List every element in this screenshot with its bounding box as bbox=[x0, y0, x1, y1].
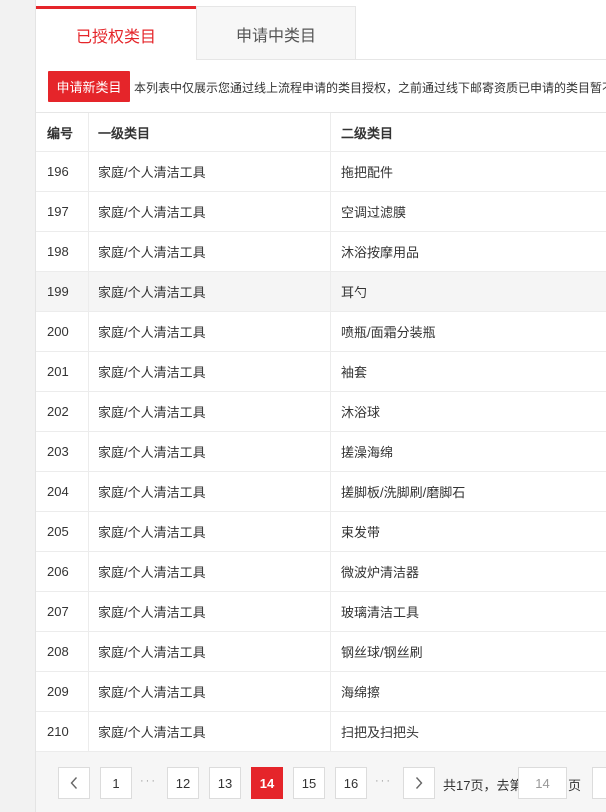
row-level1-category: 家庭/个人清洁工具 bbox=[88, 432, 330, 471]
row-level1-category: 家庭/个人清洁工具 bbox=[88, 392, 330, 431]
row-level1-category: 家庭/个人清洁工具 bbox=[88, 312, 330, 351]
table-row: 200 家庭/个人清洁工具 喷瓶/面霜分装瓶 bbox=[36, 312, 606, 352]
row-id: 208 bbox=[47, 644, 69, 659]
row-level1-category: 家庭/个人清洁工具 bbox=[88, 552, 330, 591]
row-level2-category: 喷瓶/面霜分装瓶 bbox=[330, 312, 606, 351]
row-id: 200 bbox=[47, 324, 69, 339]
pagination: 1 ··· 12 13 14 15 16 ··· 共17页，去第 页 bbox=[36, 752, 606, 812]
category-panel: 已授权类目 申请中类目 申请新类目 本列表中仅展示您通过线上流程申请的类目授权，… bbox=[35, 0, 606, 812]
row-level1-category: 家庭/个人清洁工具 bbox=[88, 712, 330, 751]
row-level2-category: 钢丝球/钢丝刷 bbox=[330, 632, 606, 671]
row-id: 209 bbox=[47, 684, 69, 699]
row-level2-category: 拖把配件 bbox=[330, 152, 606, 191]
page-suffix: 页 bbox=[568, 778, 582, 793]
table-row: 205 家庭/个人清洁工具 束发带 bbox=[36, 512, 606, 552]
page-1-button[interactable]: 1 bbox=[100, 767, 132, 799]
row-id: 202 bbox=[47, 404, 69, 419]
chevron-left-icon bbox=[70, 777, 78, 789]
row-level1-category: 家庭/个人清洁工具 bbox=[88, 152, 330, 191]
action-bar: 申请新类目 本列表中仅展示您通过线上流程申请的类目授权，之前通过线下邮寄资质已申… bbox=[36, 60, 606, 112]
row-level2-category: 搓脚板/洗脚刷/磨脚石 bbox=[330, 472, 606, 511]
table-row: 209 家庭/个人清洁工具 海绵擦 bbox=[36, 672, 606, 712]
prev-page-button[interactable] bbox=[58, 767, 90, 799]
row-level2-category: 袖套 bbox=[330, 352, 606, 391]
header-level1: 一级类目 bbox=[88, 113, 330, 152]
table-row: 210 家庭/个人清洁工具 扫把及扫把头 bbox=[36, 712, 606, 752]
chevron-right-icon bbox=[415, 777, 423, 789]
header-level2: 二级类目 bbox=[330, 113, 606, 152]
row-id: 196 bbox=[47, 164, 69, 179]
row-level1-category: 家庭/个人清洁工具 bbox=[88, 512, 330, 551]
table-row: 208 家庭/个人清洁工具 钢丝球/钢丝刷 bbox=[36, 632, 606, 672]
table-row: 196 家庭/个人清洁工具 拖把配件 bbox=[36, 152, 606, 192]
next-page-button[interactable] bbox=[403, 767, 435, 799]
row-level1-category: 家庭/个人清洁工具 bbox=[88, 192, 330, 231]
goto-page-input[interactable] bbox=[518, 767, 567, 799]
table-row: 201 家庭/个人清洁工具 袖套 bbox=[36, 352, 606, 392]
row-id: 201 bbox=[47, 364, 69, 379]
row-level1-category: 家庭/个人清洁工具 bbox=[88, 272, 330, 311]
row-id: 206 bbox=[47, 564, 69, 579]
ellipsis-left: ··· bbox=[140, 775, 157, 787]
row-id: 199 bbox=[47, 284, 69, 299]
table-row: 203 家庭/个人清洁工具 搓澡海绵 bbox=[36, 432, 606, 472]
row-level1-category: 家庭/个人清洁工具 bbox=[88, 472, 330, 511]
row-level2-category: 扫把及扫把头 bbox=[330, 712, 606, 751]
ellipsis-right: ··· bbox=[375, 775, 392, 787]
row-level2-category: 海绵擦 bbox=[330, 672, 606, 711]
row-level2-category: 微波炉清洁器 bbox=[330, 552, 606, 591]
table-row: 199 家庭/个人清洁工具 耳勺 bbox=[36, 272, 606, 312]
row-id: 198 bbox=[47, 244, 69, 259]
row-id: 205 bbox=[47, 524, 69, 539]
page-16-button[interactable]: 16 bbox=[335, 767, 367, 799]
row-level1-category: 家庭/个人清洁工具 bbox=[88, 232, 330, 271]
table-header: 编号 一级类目 二级类目 bbox=[36, 112, 606, 152]
goto-page-button[interactable] bbox=[592, 767, 606, 799]
row-level2-category: 沐浴按摩用品 bbox=[330, 232, 606, 271]
page-12-button[interactable]: 12 bbox=[167, 767, 199, 799]
row-id: 203 bbox=[47, 444, 69, 459]
row-level2-category: 束发带 bbox=[330, 512, 606, 551]
row-level2-category: 沐浴球 bbox=[330, 392, 606, 431]
row-level2-category: 空调过滤膜 bbox=[330, 192, 606, 231]
row-level2-category: 耳勺 bbox=[330, 272, 606, 311]
page-13-button[interactable]: 13 bbox=[209, 767, 241, 799]
page-15-button[interactable]: 15 bbox=[293, 767, 325, 799]
tab-pending-categories[interactable]: 申请中类目 bbox=[196, 6, 356, 60]
row-level2-category: 玻璃清洁工具 bbox=[330, 592, 606, 631]
page-14-button-current[interactable]: 14 bbox=[251, 767, 283, 799]
row-id: 207 bbox=[47, 604, 69, 619]
total-pages-text: 共17页，去第 bbox=[443, 778, 523, 793]
table-row: 202 家庭/个人清洁工具 沐浴球 bbox=[36, 392, 606, 432]
row-level1-category: 家庭/个人清洁工具 bbox=[88, 632, 330, 671]
tab-bar: 已授权类目 申请中类目 bbox=[36, 0, 606, 60]
table-row: 204 家庭/个人清洁工具 搓脚板/洗脚刷/磨脚石 bbox=[36, 472, 606, 512]
notice-text: 本列表中仅展示您通过线上流程申请的类目授权，之前通过线下邮寄资质已申请的类目暂不 bbox=[134, 81, 606, 95]
tab-authorized-categories[interactable]: 已授权类目 bbox=[36, 6, 196, 60]
row-id: 197 bbox=[47, 204, 69, 219]
row-id: 204 bbox=[47, 484, 69, 499]
apply-new-category-button[interactable]: 申请新类目 bbox=[48, 71, 130, 102]
row-level1-category: 家庭/个人清洁工具 bbox=[88, 672, 330, 711]
table-row: 198 家庭/个人清洁工具 沐浴按摩用品 bbox=[36, 232, 606, 272]
header-id: 编号 bbox=[47, 126, 74, 141]
row-id: 210 bbox=[47, 724, 69, 739]
table-row: 206 家庭/个人清洁工具 微波炉清洁器 bbox=[36, 552, 606, 592]
category-table: 编号 一级类目 二级类目 196 家庭/个人清洁工具 拖把配件 197 家庭/个人清洁工… bbox=[36, 112, 606, 752]
row-level2-category: 搓澡海绵 bbox=[330, 432, 606, 471]
row-level1-category: 家庭/个人清洁工具 bbox=[88, 352, 330, 391]
table-row: 197 家庭/个人清洁工具 空调过滤膜 bbox=[36, 192, 606, 232]
row-level1-category: 家庭/个人清洁工具 bbox=[88, 592, 330, 631]
table-row: 207 家庭/个人清洁工具 玻璃清洁工具 bbox=[36, 592, 606, 632]
